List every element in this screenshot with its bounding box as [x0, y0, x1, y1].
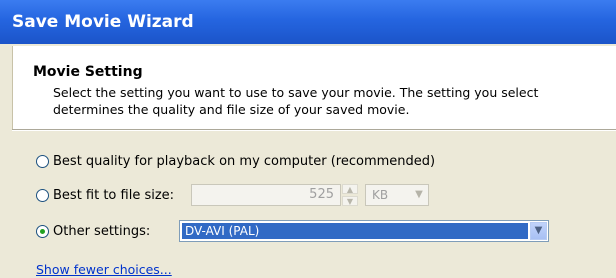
chevron-down-icon[interactable]: ▼ [411, 186, 427, 204]
file-size-spinner-input[interactable]: 525 [191, 184, 341, 206]
other-settings-option: Other settings: DV-AVI (PAL) ▼ [36, 220, 556, 242]
other-settings-dropdown[interactable]: DV-AVI (PAL) ▼ [179, 220, 549, 242]
chevron-down-icon[interactable]: ▼ [530, 222, 547, 240]
best-quality-radio[interactable] [36, 154, 49, 168]
file-size-unit-dropdown[interactable]: KB ▼ [365, 184, 429, 206]
spin-down-icon[interactable]: ▼ [342, 196, 358, 206]
show-fewer-choices-link[interactable]: Show fewer choices... [36, 262, 172, 277]
other-settings-radio[interactable] [36, 224, 49, 238]
best-quality-label[interactable]: Best quality for playback on my computer… [53, 154, 435, 169]
window-title-bar: Save Movie Wizard [0, 0, 616, 44]
other-settings-label[interactable]: Other settings: [53, 224, 150, 239]
best-quality-option[interactable]: Best quality for playback on my computer… [36, 150, 435, 172]
best-fit-label[interactable]: Best fit to file size: [53, 188, 174, 203]
wizard-header: Movie Setting Select the setting you wan… [12, 46, 616, 129]
header-divider [12, 129, 616, 131]
best-fit-option: Best fit to file size: 525 ▲ ▼ KB ▼ [36, 184, 436, 206]
page-description: Select the setting you want to use to sa… [53, 85, 539, 117]
best-fit-radio[interactable] [36, 188, 49, 202]
window-title: Save Movie Wizard [12, 12, 194, 32]
page-title: Movie Setting [33, 64, 143, 80]
spin-up-icon[interactable]: ▲ [342, 184, 358, 194]
file-size-unit-value: KB [372, 188, 389, 202]
file-size-spin-buttons[interactable]: ▲ ▼ [342, 184, 358, 206]
other-settings-value: DV-AVI (PAL) [182, 223, 528, 239]
